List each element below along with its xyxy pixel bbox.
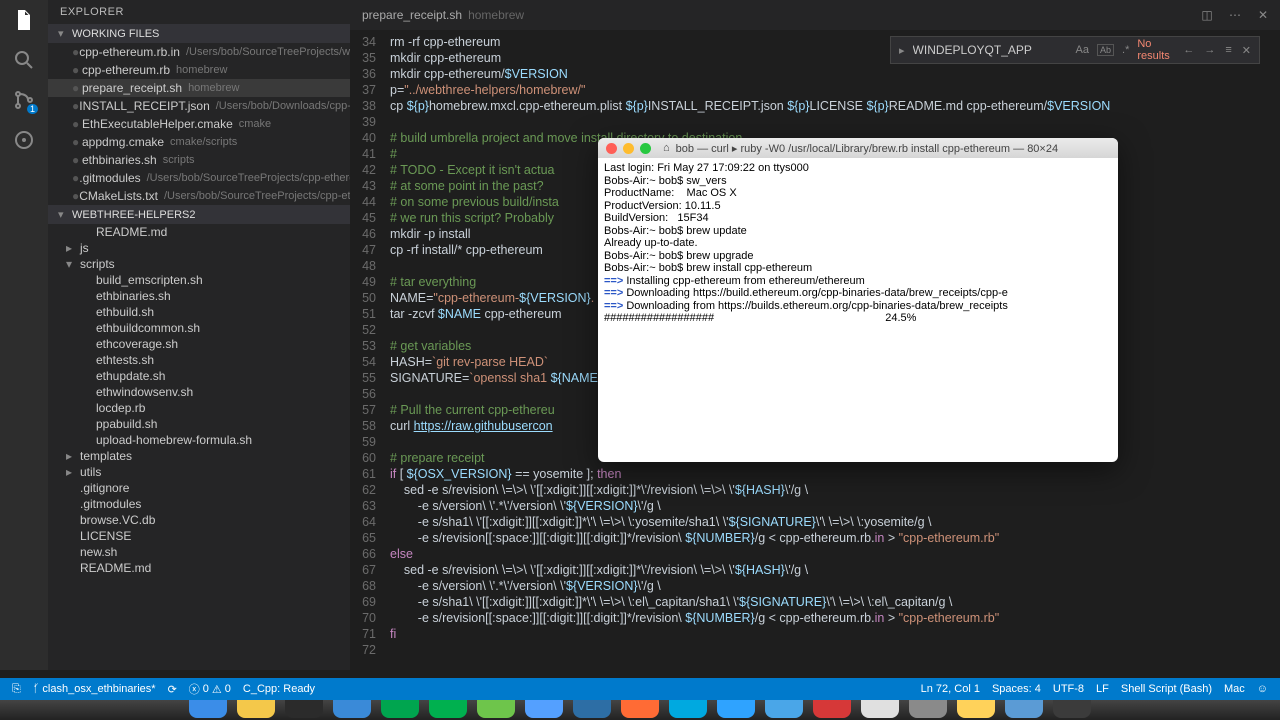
files-icon[interactable] (12, 8, 36, 32)
tree-item[interactable]: README.md (48, 560, 350, 576)
word-icon[interactable]: Ab (1097, 44, 1114, 56)
tree-item[interactable]: ▸templates (48, 448, 350, 464)
dock-app-icon[interactable] (285, 700, 323, 718)
tree-item[interactable]: build_emscripten.sh (48, 272, 350, 288)
working-file[interactable]: ●appdmg.cmakecmake/scripts (48, 133, 350, 151)
tree-item[interactable]: ▾scripts (48, 256, 350, 272)
dock-app-icon[interactable] (909, 700, 947, 718)
case-icon[interactable]: Aa (1074, 44, 1091, 56)
terminal-titlebar[interactable]: ⌂ bob — curl ▸ ruby -W0 /usr/local/Libra… (598, 138, 1118, 158)
tree-item[interactable]: .gitignore (48, 480, 350, 496)
more-icon[interactable]: ⋯ (1224, 4, 1246, 26)
feedback-icon[interactable]: ☺ (1251, 683, 1274, 695)
dock-app-icon[interactable] (813, 700, 851, 718)
tree-item[interactable]: .gitmodules (48, 496, 350, 512)
activity-bar: 1 (0, 0, 48, 670)
traffic-min-icon[interactable] (623, 143, 634, 154)
problems[interactable]: ⓧ 0 ⚠ 0 (183, 681, 237, 697)
working-file[interactable]: ●CMakeLists.txt/Users/bob/SourceTreeProj… (48, 187, 350, 205)
debug-icon[interactable] (12, 128, 36, 152)
tree-item[interactable]: ▸utils (48, 464, 350, 480)
explorer-sidebar: EXPLORER ▾WORKING FILES ●cpp-ethereum.rb… (48, 0, 350, 670)
working-file[interactable]: ●prepare_receipt.shhomebrew (48, 79, 350, 97)
close-find-icon[interactable]: ✕ (1240, 44, 1253, 57)
cpp-status[interactable]: C_Cpp: Ready (237, 683, 321, 695)
tree-item[interactable]: ▸js (48, 240, 350, 256)
dock-app-icon[interactable] (381, 700, 419, 718)
dock-app-icon[interactable] (765, 700, 803, 718)
split-icon[interactable]: ◫ (1196, 4, 1218, 26)
cursor-pos[interactable]: Ln 72, Col 1 (915, 683, 986, 695)
dock-app-icon[interactable] (573, 700, 611, 718)
tree-item[interactable]: new.sh (48, 544, 350, 560)
dock-app-icon[interactable] (333, 700, 371, 718)
dock (0, 700, 1280, 720)
tab-bar: prepare_receipt.sh homebrew ◫ ⋯ ✕ (350, 0, 1280, 30)
tree-item[interactable]: locdep.rb (48, 400, 350, 416)
working-file[interactable]: ●.gitmodules/Users/bob/SourceTreeProject… (48, 169, 350, 187)
tree-item[interactable]: ethbuildcommon.sh (48, 320, 350, 336)
terminal-window[interactable]: ⌂ bob — curl ▸ ruby -W0 /usr/local/Libra… (598, 138, 1118, 462)
tree-item[interactable]: browse.VC.db (48, 512, 350, 528)
tab-filename: prepare_receipt.sh (362, 8, 462, 22)
tree-item[interactable]: LICENSE (48, 528, 350, 544)
dock-app-icon[interactable] (525, 700, 563, 718)
working-file[interactable]: ●ethbinaries.shscripts (48, 151, 350, 169)
tree-item[interactable]: ethbuild.sh (48, 304, 350, 320)
editor-tab[interactable]: prepare_receipt.sh homebrew (350, 0, 536, 30)
regex-icon[interactable]: .* (1120, 44, 1131, 56)
dock-app-icon[interactable] (1005, 700, 1043, 718)
selection-icon[interactable]: ≡ (1223, 44, 1233, 56)
remote-icon[interactable]: ⎘ (6, 683, 27, 696)
os[interactable]: Mac (1218, 683, 1251, 695)
dock-app-icon[interactable] (237, 700, 275, 718)
home-icon: ⌂ (663, 142, 670, 154)
find-widget[interactable]: ▸ Aa Ab .* No results ← → ≡ ✕ (890, 36, 1260, 64)
encoding[interactable]: UTF-8 (1047, 683, 1090, 695)
tree-item[interactable]: README.md (48, 224, 350, 240)
tree-item[interactable]: ethbinaries.sh (48, 288, 350, 304)
dock-app-icon[interactable] (861, 700, 899, 718)
dock-app-icon[interactable] (621, 700, 659, 718)
dock-app-icon[interactable] (669, 700, 707, 718)
tree-item[interactable]: ethtests.sh (48, 352, 350, 368)
dock-app-icon[interactable] (189, 700, 227, 718)
terminal-title: bob — curl ▸ ruby -W0 /usr/local/Library… (676, 142, 1058, 155)
tab-folder: homebrew (468, 8, 524, 22)
sync-icon[interactable]: ⟳ (162, 683, 183, 696)
indent[interactable]: Spaces: 4 (986, 683, 1047, 695)
folder-header[interactable]: ▾WEBTHREE-HELPERS2 (48, 205, 350, 224)
dock-app-icon[interactable] (1053, 700, 1091, 718)
find-input[interactable] (913, 43, 1068, 57)
tree-item[interactable]: upload-homebrew-formula.sh (48, 432, 350, 448)
tree-item[interactable]: ethcoverage.sh (48, 336, 350, 352)
find-prev-icon[interactable]: ▸ (897, 44, 907, 57)
working-files-header[interactable]: ▾WORKING FILES (48, 24, 350, 43)
working-file[interactable]: ●INSTALL_RECEIPT.json/Users/bob/Download… (48, 97, 350, 115)
lang[interactable]: Shell Script (Bash) (1115, 683, 1218, 695)
dock-app-icon[interactable] (477, 700, 515, 718)
search-icon[interactable] (12, 48, 36, 72)
tree-item[interactable]: ethupdate.sh (48, 368, 350, 384)
eol[interactable]: LF (1090, 683, 1115, 695)
scm-icon[interactable]: 1 (12, 88, 36, 112)
working-file[interactable]: ●cpp-ethereum.rb.in/Users/bob/SourceTree… (48, 43, 350, 61)
git-branch[interactable]: ᚶ clash_osx_ethbinaries* (27, 683, 162, 695)
terminal-content[interactable]: Last login: Fri May 27 17:09:22 on ttys0… (598, 158, 1118, 329)
dock-app-icon[interactable] (429, 700, 467, 718)
tree-item[interactable]: ethwindowsenv.sh (48, 384, 350, 400)
tree-item[interactable]: ppabuild.sh (48, 416, 350, 432)
prev-match-icon[interactable]: ← (1181, 44, 1196, 56)
dock-app-icon[interactable] (717, 700, 755, 718)
working-file[interactable]: ●cpp-ethereum.rbhomebrew (48, 61, 350, 79)
dock-app-icon[interactable] (957, 700, 995, 718)
next-match-icon[interactable]: → (1202, 44, 1217, 56)
explorer-title: EXPLORER (48, 0, 350, 24)
working-file[interactable]: ●EthExecutableHelper.cmakecmake (48, 115, 350, 133)
traffic-close-icon[interactable] (606, 143, 617, 154)
find-results: No results (1137, 38, 1175, 62)
status-bar: ⎘ ᚶ clash_osx_ethbinaries* ⟳ ⓧ 0 ⚠ 0 C_C… (0, 678, 1280, 700)
traffic-max-icon[interactable] (640, 143, 651, 154)
close-icon[interactable]: ✕ (1252, 4, 1274, 26)
